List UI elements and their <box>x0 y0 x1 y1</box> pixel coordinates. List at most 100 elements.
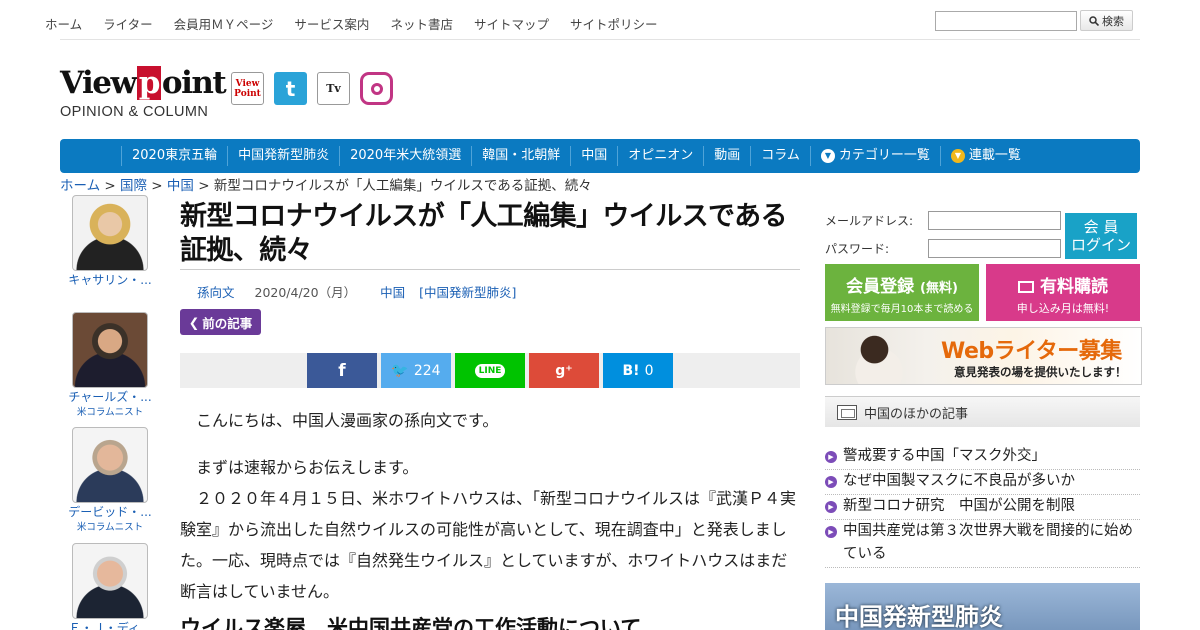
writer-role: 米コラムニスト <box>76 522 144 533</box>
password-label: パスワード: <box>825 242 890 256</box>
list-item[interactable]: ▶ 新型コロナ研究 中国が公開を制限 <box>825 495 1140 520</box>
writer-card[interactable]: Ｅ・Ｊ・ディ... <box>60 543 160 630</box>
share-bar: f 🐦 224 LINE g⁺ B! 0 <box>180 353 800 388</box>
site-logo[interactable]: Viewpoint OPINION & COLUMN <box>60 66 227 120</box>
list-item[interactable]: ▶ なぜ中国製マスクに不良品が多いか <box>825 470 1140 495</box>
twitter-share-button[interactable]: 🐦 224 <box>381 353 451 388</box>
category-video[interactable]: 動画 <box>703 146 750 166</box>
divider <box>60 39 1140 40</box>
top-nav: ホーム ライター 会員用ＭＹページ サービス案内 ネット書店 サイトマップ サイ… <box>0 0 1200 40</box>
hatena-share-button[interactable]: B! 0 <box>603 353 673 388</box>
category-china[interactable]: 中国 <box>570 146 617 166</box>
facebook-share-button[interactable]: f <box>307 353 377 388</box>
password-field[interactable] <box>928 239 1061 258</box>
avatar[interactable] <box>72 195 148 271</box>
article: 新型コロナウイルスが「人工編集」ウイルスである証拠、続々 孫向文 2020/4/… <box>180 200 800 630</box>
breadcrumb-china[interactable]: 中国 <box>167 178 194 194</box>
author-link[interactable]: 孫向文 <box>197 285 235 300</box>
prev-article-button[interactable]: ❮ 前の記事 <box>180 309 261 335</box>
subscribe-button[interactable]: 有料購読 申し込み月は無料! <box>986 264 1140 321</box>
nav-link-services[interactable]: サービス案内 <box>294 14 369 33</box>
category-tokyo-olympics[interactable]: 2020東京五輪 <box>121 146 227 166</box>
twitter-icon[interactable]: t <box>274 72 307 105</box>
divider <box>180 269 800 270</box>
nav-link-writers[interactable]: ライター <box>103 14 153 33</box>
writer-card[interactable]: デービッド・... 米コラムニスト <box>60 427 160 533</box>
category-list-button[interactable]: ▼ カテゴリー一覧 <box>809 146 940 166</box>
breadcrumb: ホーム > 国際 > 中国 > 新型コロナウイルスが「人工編集」ウイルスである証… <box>60 178 592 194</box>
category-opinion[interactable]: オピニオン <box>617 146 703 166</box>
tv-icon[interactable]: Tv <box>317 72 350 105</box>
search-button[interactable]: 検索 <box>1080 10 1133 31</box>
nav-link-home[interactable]: ホーム <box>45 14 82 33</box>
twitter-icon: 🐦 <box>391 362 409 379</box>
writer-recruit-banner[interactable]: Webライター募集 意見発表の場を提供いたします！ <box>825 327 1142 385</box>
top-nav-links: ホーム ライター 会員用ＭＹページ サービス案内 ネット書店 サイトマップ サイ… <box>45 14 678 33</box>
nav-link-policy[interactable]: サイトポリシー <box>570 14 658 33</box>
nav-link-sitemap[interactable]: サイトマップ <box>474 14 549 33</box>
article-paragraph: まずは速報からお伝えします。 <box>196 458 419 477</box>
avatar[interactable] <box>72 427 148 503</box>
login-button[interactable]: 会 員 ログイン <box>1065 213 1137 259</box>
nav-link-bookstore[interactable]: ネット書店 <box>390 14 453 33</box>
related-heading: 中国のほかの記事 <box>825 396 1140 427</box>
subscribe-title: 有料購読 <box>986 272 1140 297</box>
login-button-line2: ログイン <box>1070 236 1131 254</box>
related-link[interactable]: 警戒要する中国「マスク外交」 <box>843 445 1046 468</box>
email-field[interactable] <box>928 211 1061 230</box>
writer-name[interactable]: Ｅ・Ｊ・ディ... <box>60 619 160 630</box>
register-button[interactable]: 会員登録 (無料) 無料登録で毎月10本まで読める <box>825 264 979 321</box>
article-tag-link[interactable]: [中国発新型肺炎] <box>419 285 516 300</box>
facebook-icon: f <box>338 360 346 381</box>
search-input[interactable] <box>935 11 1077 31</box>
article-date: 2020/4/20（月） <box>254 285 357 300</box>
prev-article-label: 前の記事 <box>202 315 253 331</box>
avatar[interactable] <box>72 312 148 388</box>
nav-link-mypage[interactable]: 会員用ＭＹページ <box>174 14 274 33</box>
feature-banner[interactable]: 中国発新型肺炎 <box>825 583 1140 630</box>
line-share-button[interactable]: LINE <box>455 353 525 388</box>
instagram-icon[interactable] <box>360 72 393 105</box>
breadcrumb-international[interactable]: 国際 <box>120 178 147 194</box>
list-item[interactable]: ▶ 警戒要する中国「マスク外交」 <box>825 445 1140 470</box>
arrow-bullet-icon: ▶ <box>825 476 837 488</box>
series-list-button[interactable]: ▼ 連載一覧 <box>939 146 1031 166</box>
related-link[interactable]: 新型コロナ研究 中国が公開を制限 <box>843 495 1075 518</box>
writer-role: 米コラムニスト <box>76 407 144 418</box>
subscribe-note: 申し込み月は無料! <box>1016 302 1110 315</box>
feature-title: 中国発新型肺炎 <box>835 603 1003 630</box>
chevron-down-icon: ▼ <box>950 149 965 163</box>
writer-card[interactable]: キャサリン・... <box>60 195 160 288</box>
search-icon <box>1089 15 1099 26</box>
email-label: メールアドレス: <box>825 214 914 228</box>
category-us-election[interactable]: 2020年米大統領選 <box>339 146 471 166</box>
googleplus-share-button[interactable]: g⁺ <box>529 353 599 388</box>
writer-card[interactable]: チャールズ・... 米コラムニスト <box>60 312 160 418</box>
hatena-share-count: 0 <box>644 362 654 379</box>
document-icon <box>837 404 857 420</box>
banner-subtitle: 意見発表の場を提供いたします！ <box>954 365 1127 379</box>
list-item[interactable]: ▶ 中国共産党は第３次世界大戦を間接的に始めている <box>825 520 1140 568</box>
login-button-line1: 会 員 <box>1083 218 1119 236</box>
category-korea[interactable]: 韓国・北朝鮮 <box>471 146 570 166</box>
writer-name[interactable]: キャサリン・... <box>60 271 160 288</box>
avatar[interactable] <box>72 543 148 619</box>
article-category-link[interactable]: 中国 <box>380 285 405 300</box>
banner-photo <box>834 330 924 384</box>
category-covid[interactable]: 中国発新型肺炎 <box>227 146 339 166</box>
viewpoint-icon[interactable]: View Point <box>231 72 264 105</box>
arrow-bullet-icon: ▶ <box>825 526 837 538</box>
article-body: こんにちは、中国人漫画家の孫向文です。 まずは速報からお伝えします。 ２０２０年… <box>180 405 800 607</box>
hatena-icon: B! <box>622 362 640 379</box>
register-title: 会員登録 (無料) <box>846 277 958 297</box>
article-paragraph: ２０２０年４月１５日、米ホワイトハウスは、「新型コロナウイルスは『武漢Ｐ４実験室… <box>180 489 797 601</box>
category-column[interactable]: コラム <box>750 146 810 166</box>
register-note: 無料登録で毎月10本まで読める <box>830 304 974 315</box>
writer-name[interactable]: デービッド・... <box>60 503 160 520</box>
writer-name[interactable]: チャールズ・... <box>60 388 160 405</box>
chevron-left-icon: ❮ <box>188 314 200 330</box>
breadcrumb-home[interactable]: ホーム <box>60 178 100 194</box>
related-link[interactable]: なぜ中国製マスクに不良品が多いか <box>843 470 1075 493</box>
social-links: View Point t Tv <box>231 72 393 105</box>
related-link[interactable]: 中国共産党は第３次世界大戦を間接的に始めている <box>843 520 1140 566</box>
